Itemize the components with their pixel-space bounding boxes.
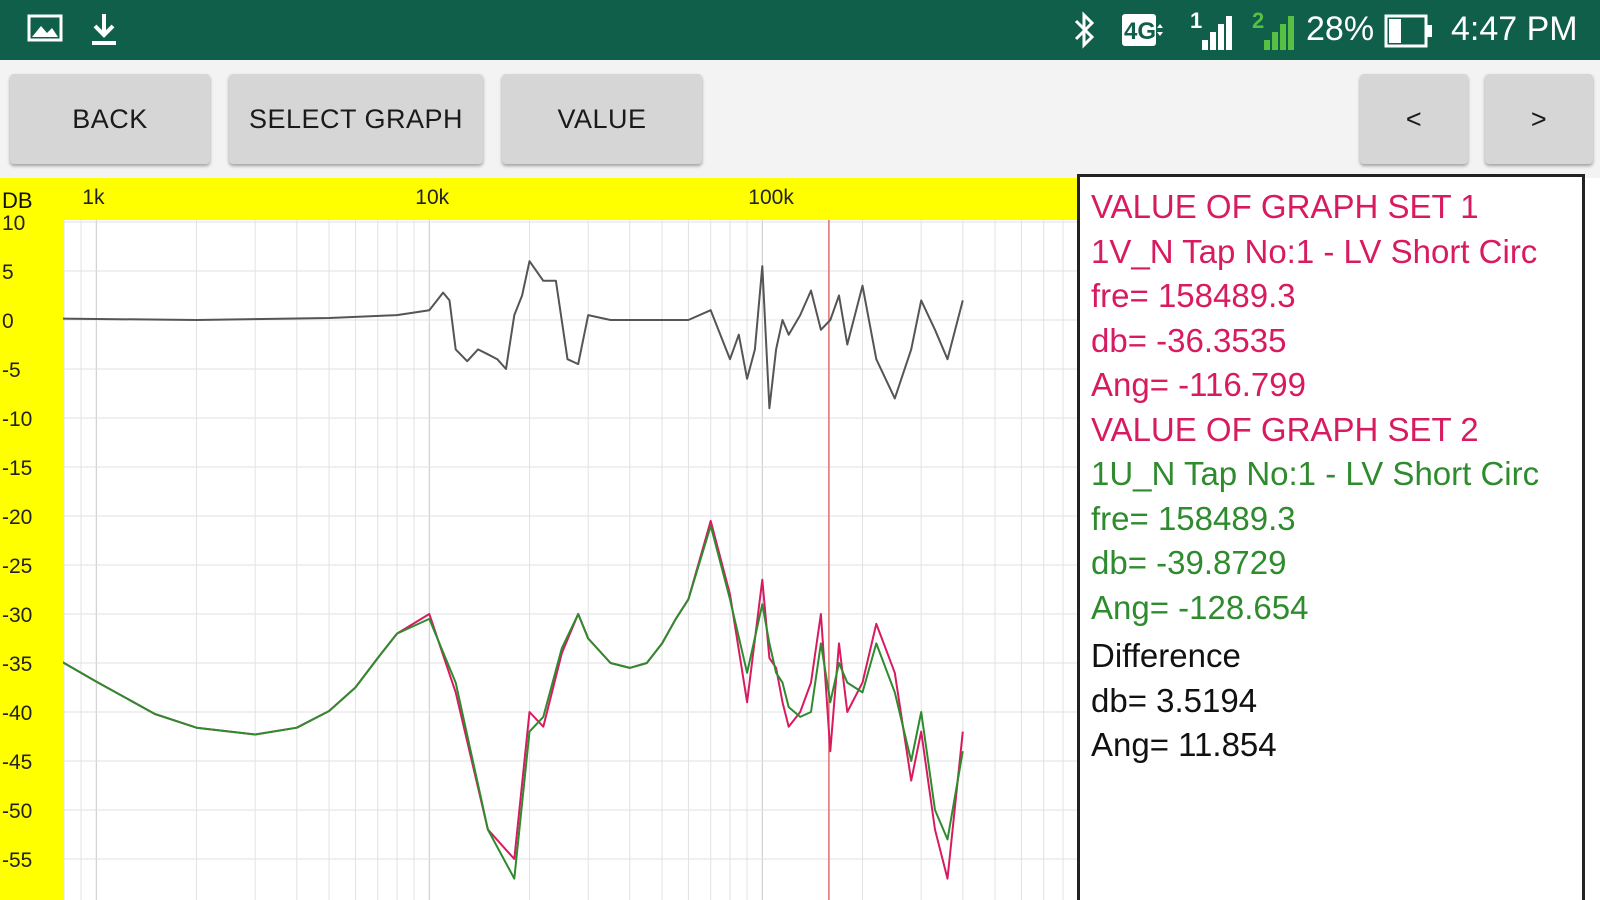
- y-tick-label: -20: [2, 506, 32, 529]
- set2-db: db= -39.8729: [1091, 544, 1287, 581]
- x-tick-label: 1k: [82, 186, 105, 209]
- y-tick-label: -10: [2, 408, 32, 431]
- set2-angle: Ang= -128.654: [1091, 588, 1309, 626]
- clock: 4:47 PM: [1451, 10, 1578, 48]
- series-line-set2: [63, 524, 964, 880]
- set1-name: 1V_N Tap No:1 - LV Short Circ: [1091, 232, 1538, 270]
- y-tick-label: -50: [2, 800, 32, 823]
- set2-frequency: fre= 158489.3: [1091, 499, 1296, 537]
- y-tick-label: -25: [2, 555, 32, 578]
- y-tick-label: 0: [2, 310, 14, 333]
- difference-angle: Ang= 11.854: [1091, 726, 1277, 763]
- x-axis-band: [0, 178, 1080, 220]
- status-bar: 4G 1 2 28% 4:47 PM: [0, 0, 1600, 60]
- gallery-icon: [27, 12, 63, 49]
- sim1-label: 1: [1190, 8, 1203, 33]
- difference-db: db= 3.5194: [1091, 681, 1258, 719]
- y-tick-label: -35: [2, 653, 32, 676]
- network-type-label: 4G: [1124, 18, 1157, 45]
- difference-title: Difference: [1091, 637, 1241, 674]
- y-tick-label: 10: [2, 212, 25, 235]
- next-button[interactable]: >: [1485, 74, 1593, 164]
- x-tick-label: 10k: [415, 186, 449, 209]
- set2-title: VALUE OF GRAPH SET 2: [1091, 410, 1479, 448]
- set1-frequency: fre= 158489.3: [1091, 277, 1296, 314]
- y-tick-label: -30: [2, 604, 32, 627]
- series-line-set1: [63, 519, 964, 880]
- select-graph-button[interactable]: SELECT GRAPH: [229, 74, 483, 164]
- value-panel: VALUE OF GRAPH SET 1 1V_N Tap No:1 - LV …: [1077, 174, 1585, 900]
- set2-name: 1U_N Tap No:1 - LV Short Circ: [1091, 455, 1540, 492]
- y-tick-label: -40: [2, 702, 32, 725]
- value-button[interactable]: VALUE: [502, 74, 702, 164]
- set1-db: db= -36.3535: [1091, 321, 1287, 359]
- y-tick-label: -55: [2, 849, 32, 872]
- y-tick-label: 5: [2, 261, 14, 284]
- y-tick-label: -5: [2, 359, 21, 382]
- y-axis-unit-label: DB: [2, 188, 33, 213]
- y-tick-label: -45: [2, 751, 32, 774]
- battery-icon: [1384, 14, 1434, 53]
- set1-title: VALUE OF GRAPH SET 1: [1091, 188, 1479, 225]
- sim2-label: 2: [1252, 8, 1265, 33]
- battery-percent: 28%: [1306, 10, 1375, 48]
- back-button[interactable]: BACK: [10, 74, 210, 164]
- bluetooth-icon: [1070, 10, 1098, 55]
- previous-button[interactable]: <: [1360, 74, 1468, 164]
- frequency-response-chart[interactable]: DB 1k 10k 100k 10 5 0 -5 -10 -15 -20 -25 -30 -35 -40 -…: [0, 178, 1080, 900]
- series-line-difference: [63, 260, 964, 410]
- x-tick-label: 100k: [748, 186, 794, 209]
- set1-angle: Ang= -116.799: [1091, 366, 1306, 403]
- y-tick-label: -15: [2, 457, 32, 480]
- download-icon: [88, 12, 120, 53]
